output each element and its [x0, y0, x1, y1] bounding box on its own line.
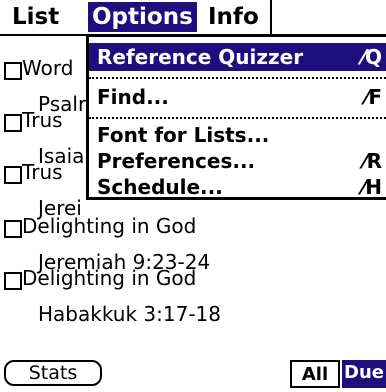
checkbox[interactable] — [4, 62, 22, 80]
menubar: List Options Info — [0, 0, 386, 36]
list-item[interactable]: Delighting in God Habakkuk 3:17-18 — [0, 264, 386, 336]
menu-item-schedule[interactable]: Schedule... ⁄H — [89, 173, 386, 201]
checkbox[interactable] — [4, 220, 22, 238]
menu-item-label: Schedule... — [97, 175, 223, 199]
menu-list[interactable]: List — [12, 2, 59, 32]
menu-item-font-for-lists[interactable]: Font for Lists... — [89, 121, 386, 149]
item-reference: Habakkuk 3:17-18 — [38, 302, 221, 326]
menu-item-label: Find... — [97, 85, 169, 109]
menu-item-preferences[interactable]: Preferences... ⁄R — [89, 147, 386, 175]
shortcut-label: ⁄R — [363, 149, 382, 173]
item-title: Delighting in God — [22, 266, 197, 290]
stats-button[interactable]: Stats — [4, 360, 102, 386]
checkbox[interactable] — [4, 272, 22, 290]
item-title: Trus — [22, 160, 63, 184]
menu-item-label: Font for Lists... — [97, 123, 270, 147]
filter-all-button[interactable]: All — [290, 360, 340, 388]
menu-item-label: Reference Quizzer — [97, 45, 304, 69]
options-menu-dropdown: Reference Quizzer ⁄Q Find... ⁄F Font for… — [86, 34, 386, 200]
menu-item-label: Preferences... — [97, 149, 256, 173]
menu-separator — [89, 77, 386, 79]
menu-item-find[interactable]: Find... ⁄F — [89, 83, 386, 111]
menu-separator — [89, 117, 386, 119]
shortcut-label: ⁄F — [364, 85, 382, 109]
menu-item-reference-quizzer[interactable]: Reference Quizzer ⁄Q — [89, 43, 386, 71]
item-title: Delighting in God — [22, 214, 197, 238]
menu-info[interactable]: Info — [208, 2, 259, 32]
checkbox[interactable] — [4, 114, 22, 132]
shortcut-label: ⁄H — [361, 175, 382, 199]
item-title: Word — [22, 56, 74, 80]
item-title: Trus — [22, 108, 63, 132]
menu-options[interactable]: Options — [88, 2, 197, 32]
checkbox[interactable] — [4, 166, 22, 184]
filter-due-button[interactable]: Due — [342, 360, 386, 388]
shortcut-label: ⁄Q — [361, 45, 382, 69]
